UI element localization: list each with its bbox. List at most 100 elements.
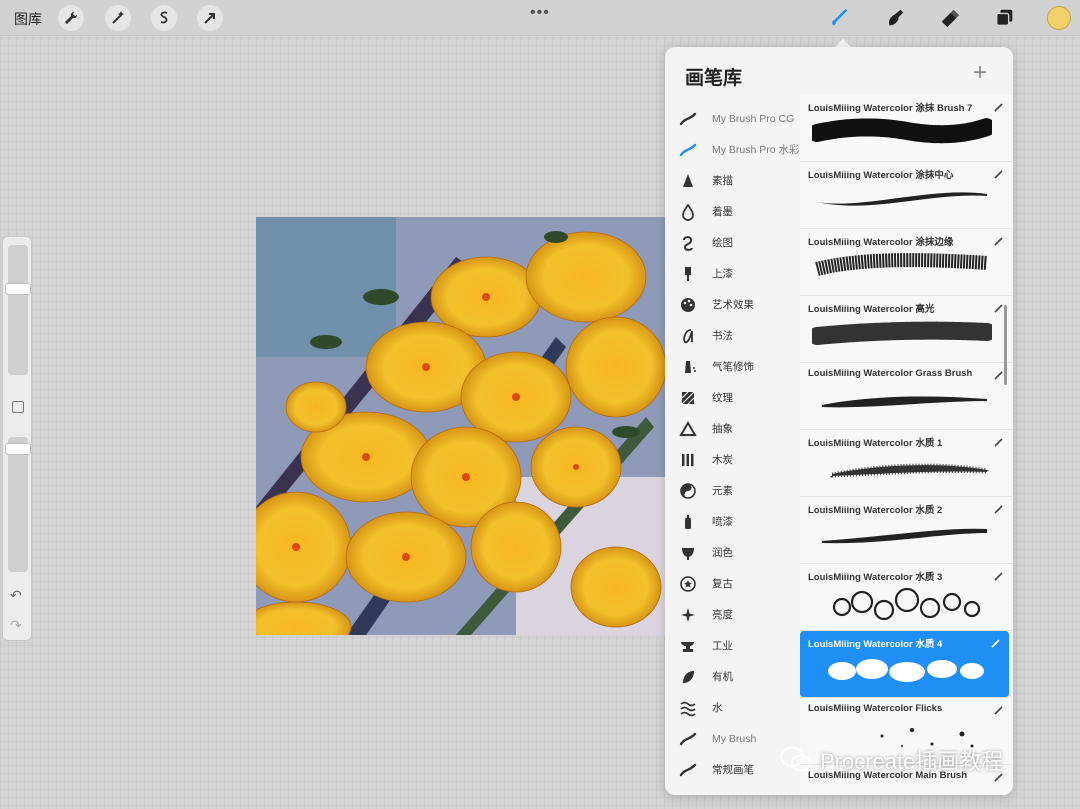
brush-name: LouisMiiing Watercolor 涂抹边缘 <box>808 237 954 248</box>
eraser-tool-button[interactable] <box>938 6 962 30</box>
brush-set-item[interactable]: 水 <box>665 692 800 723</box>
brush-set-item[interactable]: 素描 <box>665 165 800 196</box>
brush-set-label: My Brush Pro 水彩 <box>712 144 800 156</box>
brush-set-item[interactable]: 纹理 <box>665 382 800 413</box>
brush-set-label: 复古 <box>712 578 733 590</box>
brush-stroke-preview <box>812 783 992 795</box>
airbrush-icon <box>679 358 697 376</box>
brush-item[interactable]: LouisMiiing Watercolor 涂抹中心 <box>800 162 1012 229</box>
undo-icon[interactable]: ↶ <box>10 587 22 604</box>
opacity-slider[interactable] <box>8 437 28 572</box>
brush-size-thumb[interactable] <box>5 283 31 295</box>
brush-item[interactable]: LouisMiiing Watercolor 水质 1 <box>800 430 1012 497</box>
charcoal-icon <box>679 451 697 469</box>
wechat-icon <box>780 747 811 772</box>
gallery-button[interactable]: 图库 <box>14 9 42 29</box>
brush-library-panel: 画笔库 + My Brush Pro CG My Brush Pro 水彩 素描 着墨… <box>665 47 1013 795</box>
selection-button[interactable] <box>151 5 177 31</box>
modify-button[interactable] <box>12 401 24 413</box>
brush-set-item[interactable]: 复古 <box>665 568 800 599</box>
star-badge-icon <box>679 575 697 593</box>
brush-set-label: 有机 <box>712 671 733 683</box>
brush-set-item[interactable]: 着墨 <box>665 196 800 227</box>
brush-set-label: 素描 <box>712 175 733 187</box>
brush-set-item[interactable]: 工业 <box>665 630 800 661</box>
brush-set-label: 气笔修饰 <box>712 361 754 373</box>
brush-size-slider[interactable] <box>8 245 28 375</box>
triangle-icon <box>679 420 697 438</box>
brush-set-item[interactable]: 木炭 <box>665 444 800 475</box>
brush-set-label: 亮度 <box>712 609 733 621</box>
watermark: Procreate插画教程 <box>780 744 1003 776</box>
brush-set-item[interactable]: My Brush Pro CG <box>665 103 800 134</box>
squiggle-icon <box>679 234 697 252</box>
stroke-icon <box>679 761 697 779</box>
layers-button[interactable] <box>993 6 1017 30</box>
transform-button[interactable] <box>197 5 223 31</box>
brush-set-item[interactable]: 气笔修饰 <box>665 351 800 382</box>
top-toolbar: 图库 ••• <box>0 0 1080 36</box>
brush-name: LouisMiiing Watercolor 水质 2 <box>808 505 943 516</box>
pencil-icon <box>994 434 1004 447</box>
brush-item[interactable]: LouisMiiing Watercolor 高光 <box>800 296 1012 363</box>
wrench-icon <box>65 11 78 24</box>
brush-set-label: 着墨 <box>712 206 733 218</box>
brush-item[interactable]: LouisMiiing Watercolor 涂抹边缘 <box>800 229 1012 296</box>
adjustments-button[interactable] <box>105 5 131 31</box>
smudge-finger-icon <box>889 9 904 26</box>
brush-set-item[interactable]: 上漆 <box>665 258 800 289</box>
brush-item[interactable]: LouisMiiing Watercolor Grass Brush <box>800 363 1012 430</box>
anvil-icon <box>679 637 697 655</box>
brush-item[interactable]: LouisMiiing Watercolor 水质 3 <box>800 564 1012 631</box>
more-dots[interactable]: ••• <box>530 4 550 22</box>
brush-set-item[interactable]: 润色 <box>665 537 800 568</box>
brush-set-label: My Brush <box>712 732 757 745</box>
scrollbar[interactable] <box>1004 305 1007 385</box>
add-brush-button[interactable]: + <box>973 59 987 87</box>
brush-set-item[interactable]: 艺术效果 <box>665 289 800 320</box>
yin-yang-icon <box>679 482 697 500</box>
artwork-canvas[interactable] <box>256 217 666 635</box>
brush-stroke-preview <box>812 649 992 691</box>
brush-set-label: 书法 <box>712 330 733 342</box>
brush-tool-button[interactable] <box>828 6 852 30</box>
paintbrush-icon <box>679 265 697 283</box>
brush-stroke-preview <box>808 113 996 155</box>
actions-wrench-button[interactable] <box>58 5 84 31</box>
brush-name: LouisMiiing Watercolor Grass Brush <box>808 368 973 379</box>
brush-set-label: 润色 <box>712 547 733 559</box>
brush-name: LouisMiiing Watercolor Flicks <box>808 703 943 714</box>
brush-item[interactable]: LouisMiiing Watercolor 涂抹 Brush 7 <box>800 95 1012 162</box>
brush-stroke-preview <box>812 515 992 557</box>
brush-set-item[interactable]: 绘图 <box>665 227 800 258</box>
brush-set-item[interactable]: 元素 <box>665 475 800 506</box>
redo-icon[interactable]: ↷ <box>10 617 22 634</box>
opacity-thumb[interactable] <box>5 443 31 455</box>
paintbrush-icon <box>832 8 848 26</box>
magic-wand-icon <box>112 11 124 24</box>
brush-set-label: 木炭 <box>712 454 733 466</box>
sparkle-icon <box>679 606 697 624</box>
brush-set-item[interactable]: 有机 <box>665 661 800 692</box>
pencil-icon <box>994 702 1004 715</box>
brush-set-label: 抽象 <box>712 423 733 435</box>
brush-set-label: 工业 <box>712 640 733 652</box>
brush-stroke-preview <box>812 582 992 624</box>
brush-set-label: 喷漆 <box>712 516 733 528</box>
brush-set-item[interactable]: 亮度 <box>665 599 800 630</box>
brush-set-label: 元素 <box>712 485 733 497</box>
color-picker-button[interactable] <box>1047 6 1071 30</box>
brush-set-item[interactable]: 喷漆 <box>665 506 800 537</box>
brush-set-item[interactable]: 书法 <box>665 320 800 351</box>
smudge-tool-button[interactable] <box>883 6 907 30</box>
brush-name: LouisMiiing Watercolor 涂抹 Brush 7 <box>808 103 973 114</box>
pencil-icon <box>994 99 1004 112</box>
brush-item[interactable]: LouisMiiing Watercolor 水质 4 <box>800 631 1009 698</box>
leaf-icon <box>679 668 697 686</box>
brush-set-item[interactable]: 抽象 <box>665 413 800 444</box>
brush-stroke-preview <box>812 448 992 490</box>
brush-name: LouisMiiing Watercolor 水质 4 <box>808 639 943 650</box>
brush-item[interactable]: LouisMiiing Watercolor 水质 2 <box>800 497 1012 564</box>
brush-name: LouisMiiing Watercolor 涂抹中心 <box>808 170 954 181</box>
brush-set-item[interactable]: My Brush Pro 水彩 <box>665 134 800 165</box>
